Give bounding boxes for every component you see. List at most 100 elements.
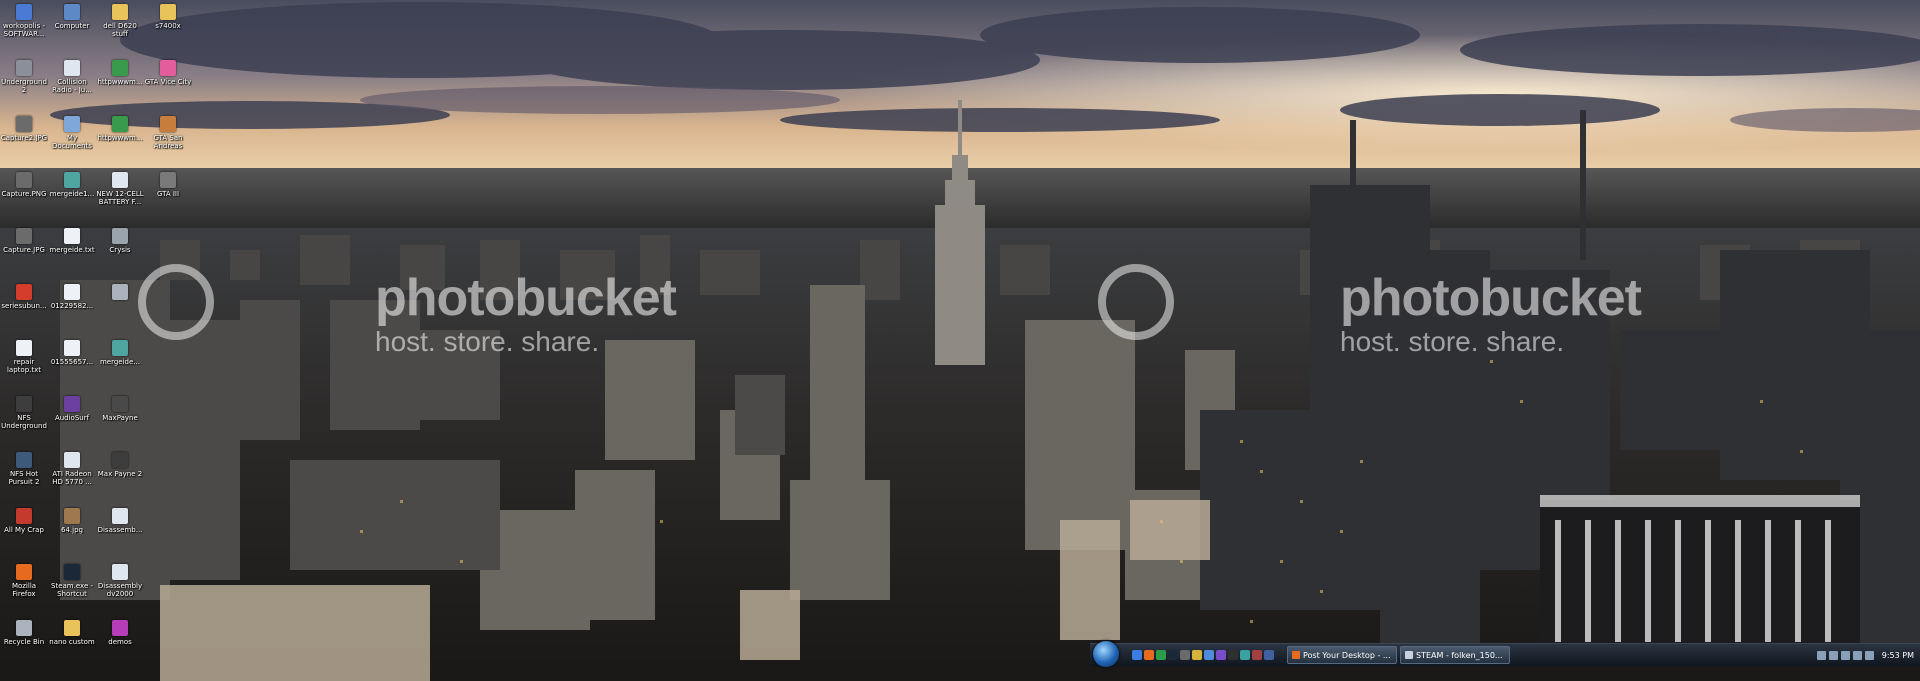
desktop-icon[interactable] [144, 560, 192, 614]
desktop-icon[interactable]: Computer [48, 0, 96, 54]
desktop-icon-label: GTA San Andreas [153, 134, 183, 150]
desktop-icon[interactable]: GTA San Andreas [144, 112, 192, 166]
desktop-icon[interactable]: dell D620 stuff [96, 0, 144, 54]
game-icon [16, 60, 32, 76]
taskbar-window-button[interactable]: Post Your Desktop - ... [1287, 646, 1397, 664]
desktop-icon-label: dell D620 stuff [103, 22, 137, 38]
quick-launch-icon[interactable] [1132, 650, 1142, 660]
taskbar-clock[interactable]: 9:53 PM [1882, 651, 1914, 660]
taskbar-window-button[interactable]: STEAM - folken_150... [1400, 646, 1510, 664]
quick-launch-icon[interactable] [1180, 650, 1190, 660]
desktop-icon[interactable]: My Documents [48, 112, 96, 166]
desktop-icon[interactable]: s7400x [144, 0, 192, 54]
quick-launch-icon[interactable] [1240, 650, 1250, 660]
desktop-icon-label: Disassemb... [97, 526, 143, 534]
desktop-icon-label: Capture.PNG [1, 190, 47, 198]
desktop-icon[interactable]: Collision Radio - Ju... [48, 56, 96, 110]
image-icon [112, 508, 128, 524]
window-app-icon [1292, 651, 1300, 659]
desktop-icon[interactable]: Crysis [96, 224, 144, 278]
start-button[interactable] [1093, 641, 1119, 667]
desktop-icon[interactable]: repair laptop.txt [0, 336, 48, 390]
desktop-icon[interactable]: 64.jpg [48, 504, 96, 558]
desktop-icon[interactable]: httpwwwm... [96, 112, 144, 166]
desktop-icon[interactable] [96, 280, 144, 334]
desktop-icon[interactable]: nano custom [48, 616, 96, 670]
quick-launch-icon[interactable] [1252, 650, 1262, 660]
desktop-icon-label: mergeide1... [49, 190, 95, 198]
desktop-icon[interactable]: GTA III [144, 168, 192, 222]
system-tray: 9:53 PM [1770, 644, 1920, 666]
desktop-icon[interactable]: NEW 12-CELL BATTERY F... [96, 168, 144, 222]
desktop-icon[interactable]: Steam.exe - Shortcut [48, 560, 96, 614]
desktop-icon[interactable]: NFS Hot Pursuit 2 [0, 448, 48, 502]
game-icon [16, 396, 32, 412]
desktop-icon[interactable]: Underground 2 [0, 56, 48, 110]
desktop-icon-label: Steam.exe - Shortcut [51, 582, 93, 598]
desktop-icon-label: demos [108, 638, 132, 646]
desktop-icon[interactable]: httpwwwm... [96, 56, 144, 110]
desktop-icon[interactable]: Disassemb... [96, 504, 144, 558]
tray-power-icon[interactable] [1864, 650, 1874, 660]
desktop-icon[interactable]: Recycle Bin [0, 616, 48, 670]
desktop-icon[interactable]: demos [96, 616, 144, 670]
desktop-icon[interactable] [144, 448, 192, 502]
quick-launch-icon[interactable] [1156, 650, 1166, 660]
desktop-icon[interactable] [144, 336, 192, 390]
desktop-icon[interactable]: MaxPayne [96, 392, 144, 446]
desktop-icon-label: MaxPayne [102, 414, 138, 422]
folder-icon [160, 4, 176, 20]
quick-launch-icon[interactable] [1204, 650, 1214, 660]
desktop-icon[interactable]: AudioSurf [48, 392, 96, 446]
desktop-icon[interactable]: mergeide... [96, 336, 144, 390]
tray-steam-icon[interactable] [1852, 650, 1862, 660]
desktop-icon[interactable]: Max Payne 2 [96, 448, 144, 502]
desktop-icon[interactable]: All My Crap [0, 504, 48, 558]
desktop-icon[interactable] [144, 504, 192, 558]
desktop-icon[interactable] [144, 280, 192, 334]
desktop-icon[interactable]: 01229582... [48, 280, 96, 334]
desktop-icon-label: s7400x [155, 22, 181, 30]
blank-icon [160, 340, 176, 356]
registry-icon [64, 172, 80, 188]
desktop-icon-label: workopolis - SOFTWAR... [3, 22, 45, 38]
game-icon [64, 396, 80, 412]
quick-launch-icon[interactable] [1228, 650, 1238, 660]
desktop-icon[interactable]: mergeide1... [48, 168, 96, 222]
game-icon [112, 452, 128, 468]
desktop-icon[interactable]: workopolis - SOFTWAR... [0, 0, 48, 54]
quick-launch-icon[interactable] [1168, 650, 1178, 660]
desktop-icon-label: repair laptop.txt [6, 358, 41, 374]
desktop-icon[interactable]: ATI Radeon HD 5770 ... [48, 448, 96, 502]
desktop-icon-label: Computer [54, 22, 90, 30]
tray-volume-icon[interactable] [1840, 650, 1850, 660]
blank-icon [160, 228, 176, 244]
desktop-icon[interactable]: Disassembly dv2000 [96, 560, 144, 614]
quick-launch-icon[interactable] [1144, 650, 1154, 660]
desktop-icon[interactable]: Capture.PNG [0, 168, 48, 222]
desktop-icon[interactable]: seriesubun... [0, 280, 48, 334]
quick-launch-icon[interactable] [1216, 650, 1226, 660]
desktop-icon[interactable]: mergeide.txt [48, 224, 96, 278]
blank-icon [160, 564, 176, 580]
quick-launch-icon[interactable] [1192, 650, 1202, 660]
desktop-icon[interactable]: Mozilla Firefox [0, 560, 48, 614]
desktop-icon[interactable]: Capture2.JPG [0, 112, 48, 166]
desktop-icon[interactable]: GTA Vice City [144, 56, 192, 110]
quick-launch-icon[interactable] [1264, 650, 1274, 660]
desktop-icon[interactable]: NFS Underground [0, 392, 48, 446]
game-icon [16, 452, 32, 468]
desktop-icon-label: Collision Radio - Ju... [52, 78, 92, 94]
blank-icon [160, 508, 176, 524]
desktop-icon[interactable]: Capture.JPG [0, 224, 48, 278]
desktop-icon-label: Recycle Bin [3, 638, 45, 646]
tray-arrow-icon[interactable] [1816, 650, 1826, 660]
tray-network-icon[interactable] [1828, 650, 1838, 660]
desktop-icon-label: NFS Underground [1, 414, 47, 430]
document-icon [64, 60, 80, 76]
desktop-icon[interactable] [144, 392, 192, 446]
desktop-icon[interactable] [144, 224, 192, 278]
document-icon [112, 172, 128, 188]
desktop-icon-label: 01555657... [50, 358, 94, 366]
desktop-icon[interactable]: 01555657... [48, 336, 96, 390]
